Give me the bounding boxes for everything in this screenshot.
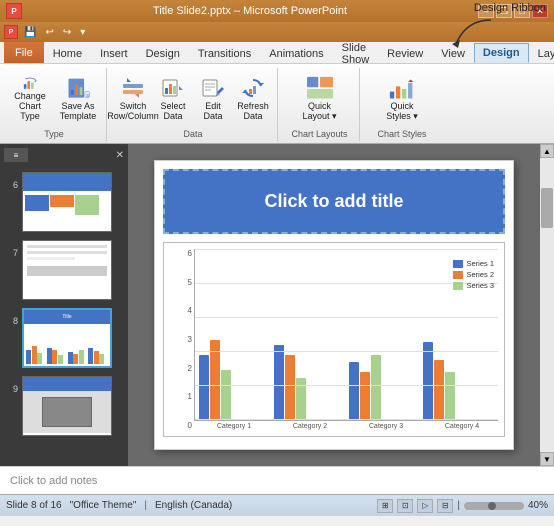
panel-close-button[interactable]: ✕ (116, 150, 124, 161)
tab-transitions[interactable]: Transitions (189, 43, 260, 63)
switch-row-col-button[interactable]: Switch Row/Column (115, 73, 151, 125)
status-left: Slide 8 of 16 "Office Theme" | English (… (6, 500, 232, 511)
slide-title-placeholder: Click to add title (264, 191, 403, 212)
main-editor-area: ≡ ✕ 6 7 (0, 144, 554, 466)
ribbon-group-chart-styles: QuickStyles ▾ Chart Styles (362, 68, 442, 141)
theme-info: "Office Theme" (70, 500, 137, 511)
chart-styles-buttons: QuickStyles ▾ (372, 70, 432, 127)
quick-layout-label: QuickLayout ▾ (302, 102, 336, 122)
slide-thumb-6[interactable]: 6 (4, 170, 124, 234)
tab-layout[interactable]: Layout (529, 43, 554, 63)
quick-styles-label: QuickStyles ▾ (386, 102, 418, 122)
tab-review[interactable]: Review (378, 43, 432, 63)
save-qa-button[interactable]: 💾 (21, 26, 39, 39)
slide-title-area[interactable]: Click to add title (163, 169, 505, 234)
tab-animations[interactable]: Animations (260, 43, 332, 63)
design-ribbon-annotation: Design Ribbon (474, 2, 546, 14)
legend-color-s1 (453, 260, 463, 268)
powerpoint-logo: P (4, 25, 18, 39)
scroll-thumb[interactable] (541, 188, 553, 228)
window-title: Title Slide2.pptx – Microsoft PowerPoint (22, 5, 478, 17)
slide-main-area: Click to add title 6 5 4 3 2 1 0 (128, 144, 540, 466)
tab-slide-show[interactable]: Slide Show (333, 43, 379, 63)
slide-preview-8: Title (22, 308, 112, 368)
notes-placeholder: Click to add notes (10, 475, 97, 487)
quick-layout-button[interactable]: QuickLayout ▾ (290, 73, 350, 125)
zoom-level: 40% (528, 500, 548, 511)
save-as-template-button[interactable]: S Save As Template (56, 73, 100, 125)
slide-preview-7 (22, 240, 112, 300)
slide-thumb-8[interactable]: 8 Title (4, 306, 124, 370)
status-bar: Slide 8 of 16 "Office Theme" | English (… (0, 494, 554, 516)
slide-preview-6 (22, 172, 112, 232)
chart-layout-buttons: QuickLayout ▾ (290, 70, 350, 127)
legend-label-s1: Series 1 (466, 259, 494, 268)
annotation-text: Design Ribbon (474, 2, 546, 14)
legend-label-s3: Series 3 (466, 281, 494, 290)
view-slide-sorter-button[interactable]: ⊡ (397, 499, 413, 513)
legend-label-s2: Series 2 (466, 270, 494, 279)
tab-design[interactable]: Design (137, 43, 189, 63)
chart-main: Series 1 Series 2 Series 3 (194, 249, 498, 430)
view-slideshow-button[interactable]: ⊟ (437, 499, 453, 513)
slide-thumb-9[interactable]: 9 (4, 374, 124, 438)
ribbon-content: Change Chart Type S Save As Template Typ… (0, 64, 554, 144)
slide-preview-9 (22, 376, 112, 436)
type-buttons: Change Chart Type S Save As Template (8, 70, 100, 127)
slide-info: Slide 8 of 16 (6, 500, 62, 511)
chart-inner: 6 5 4 3 2 1 0 (170, 249, 498, 430)
language-info: English (Canada) (155, 500, 232, 511)
view-reading-button[interactable]: ▷ (417, 499, 433, 513)
type-group-label: Type (44, 127, 64, 139)
view-normal-button[interactable]: ⊞ (377, 499, 393, 513)
quick-styles-button[interactable]: QuickStyles ▾ (372, 73, 432, 125)
chart-layouts-group-label: Chart Layouts (291, 127, 347, 139)
ribbon-group-data: Switch Row/Column Select Data (109, 68, 278, 141)
status-right: ⊞ ⊡ ▷ ⊟ | 40% (377, 499, 548, 513)
legend-color-s2 (453, 271, 463, 279)
tab-file[interactable]: File (4, 41, 44, 63)
chart-y-axis: 6 5 4 3 2 1 0 (170, 249, 194, 430)
chart-styles-group-label: Chart Styles (377, 127, 426, 139)
slide-panel: ≡ ✕ 6 7 (0, 144, 128, 466)
svg-text:S: S (86, 92, 89, 97)
select-data-button[interactable]: Select Data (155, 73, 191, 125)
chart-x-labels: Category 1 Category 2 Category 3 Categor… (194, 423, 498, 430)
notes-bar[interactable]: Click to add notes (0, 466, 554, 494)
slide-thumb-7[interactable]: 7 (4, 238, 124, 302)
panel-expand-button[interactable]: ≡ (4, 148, 28, 162)
scroll-up-button[interactable]: ▲ (540, 144, 554, 158)
chart-area[interactable]: 6 5 4 3 2 1 0 (163, 242, 505, 437)
undo-qa-button[interactable]: ↩ (42, 26, 56, 39)
data-group-label: Data (183, 127, 202, 139)
app-window: Design Ribbon P Title Slide2.pptx – Micr… (0, 0, 554, 526)
tab-insert[interactable]: Insert (91, 43, 137, 63)
vertical-scrollbar: ▲ ▼ (540, 144, 554, 466)
refresh-data-button[interactable]: Refresh Data (235, 73, 271, 125)
scroll-down-button[interactable]: ▼ (540, 452, 554, 466)
chart-legend: Series 1 Series 2 Series 3 (453, 259, 494, 292)
chart-bars: Series 1 Series 2 Series 3 (194, 249, 498, 421)
app-icon: P (6, 3, 22, 19)
slide-canvas[interactable]: Click to add title 6 5 4 3 2 1 0 (154, 160, 514, 450)
scroll-track[interactable] (540, 158, 554, 452)
ribbon-group-type: Change Chart Type S Save As Template Typ… (2, 68, 107, 141)
change-chart-type-button[interactable]: Change Chart Type (8, 73, 52, 125)
qa-dropdown[interactable]: ▾ (77, 26, 88, 39)
zoom-slider[interactable] (464, 502, 524, 510)
edit-data-button[interactable]: Edit Data (195, 73, 231, 125)
legend-color-s3 (453, 282, 463, 290)
data-buttons: Switch Row/Column Select Data (115, 70, 271, 127)
redo-qa-button[interactable]: ↪ (60, 26, 74, 39)
ribbon-group-chart-layouts: QuickLayout ▾ Chart Layouts (280, 68, 360, 141)
tab-home[interactable]: Home (44, 43, 91, 63)
